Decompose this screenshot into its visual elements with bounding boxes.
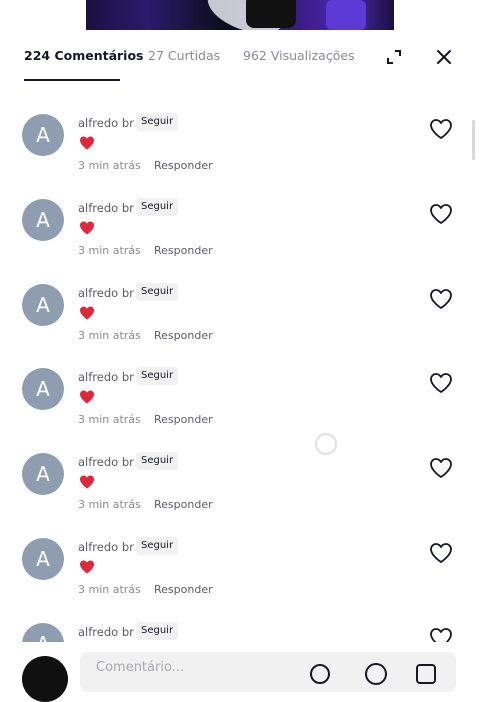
at-icon[interactable] — [308, 662, 332, 686]
heart-outline-icon[interactable] — [428, 456, 454, 480]
follow-button[interactable]: Seguir — [136, 537, 179, 555]
follow-button[interactable]: Seguir — [136, 282, 179, 301]
active-tab-indicator — [24, 79, 120, 81]
comment-timestamp: 3 min atrás — [78, 583, 141, 596]
comment-username[interactable]: alfredo br — [78, 201, 134, 215]
comment-username[interactable]: alfredo br — [78, 370, 134, 384]
comment-composer: Comentário... — [0, 642, 480, 702]
heart-outline-icon[interactable] — [428, 626, 454, 642]
avatar[interactable]: A — [22, 283, 64, 326]
heart-outline-icon[interactable] — [428, 541, 454, 565]
comment-item[interactable]: Aalfredo br Seguir 3 min atrás Responder — [0, 534, 480, 619]
reply-button[interactable]: Responder — [154, 244, 213, 257]
avatar[interactable]: A — [22, 538, 64, 580]
heart-outline-icon[interactable] — [428, 287, 454, 311]
red-heart-emoji — [79, 305, 95, 321]
comment-item[interactable]: Aalfredo br Seguir 3 min atrás Responder — [0, 364, 480, 449]
avatar[interactable]: A — [22, 198, 64, 241]
heart-outline-icon[interactable] — [428, 371, 454, 395]
tab-likes[interactable]: 27 Curtidas — [148, 48, 220, 63]
comment-username[interactable]: alfredo br — [78, 286, 134, 300]
comment-list: Aalfredo br Seguir 3 min atrás Responder Aal… — [0, 106, 480, 642]
comment-username[interactable]: alfredo br — [78, 540, 134, 554]
follow-button[interactable]: Seguir — [136, 452, 179, 471]
comment-timestamp: 3 min atrás — [78, 243, 141, 257]
reply-button[interactable]: Responder — [154, 159, 213, 172]
comment-input[interactable]: Comentário... — [80, 652, 456, 692]
video-frame-shape — [246, 0, 296, 28]
follow-button[interactable]: Seguir — [136, 197, 179, 216]
image-icon[interactable] — [414, 662, 438, 686]
reply-button[interactable]: Responder — [154, 583, 213, 596]
tab-bar: 224 Comentários 27 Curtidas 962 Visualiz… — [0, 30, 480, 86]
comment-timestamp: 3 min atrás — [78, 413, 141, 427]
comment-username[interactable]: alfredo br — [78, 625, 134, 639]
avatar[interactable]: A — [22, 453, 64, 496]
red-heart-emoji — [79, 135, 95, 151]
avatar[interactable]: A — [22, 368, 64, 411]
comment-item[interactable]: Aalfredo br Seguir 3 min atrás Responder — [0, 280, 480, 365]
follow-button[interactable]: Seguir — [136, 113, 179, 131]
comment-timestamp: 3 min atrás — [78, 498, 141, 512]
comment-input-placeholder: Comentário... — [96, 660, 185, 675]
heart-outline-icon[interactable] — [428, 202, 454, 226]
comment-item[interactable]: Aalfredo brSeguir — [0, 619, 480, 642]
gif-icon[interactable] — [364, 662, 388, 686]
video-frame-shape — [326, 0, 366, 30]
red-heart-emoji — [79, 220, 95, 236]
expand-icon[interactable] — [383, 46, 405, 68]
close-icon[interactable] — [433, 46, 455, 68]
comment-timestamp: 3 min atrás — [78, 328, 141, 342]
comment-username[interactable]: alfredo br — [78, 455, 134, 469]
reply-button[interactable]: Responder — [154, 498, 213, 511]
avatar[interactable]: A — [22, 622, 64, 642]
red-heart-emoji — [79, 389, 95, 405]
current-user-avatar — [22, 656, 68, 702]
loading-spinner — [315, 433, 337, 455]
reply-button[interactable]: Responder — [154, 413, 213, 426]
follow-button[interactable]: Seguir — [136, 367, 179, 386]
heart-outline-icon[interactable] — [428, 117, 454, 141]
comment-username[interactable]: alfredo br — [78, 116, 134, 130]
comments-sheet: 224 Comentários 27 Curtidas 962 Visualiz… — [0, 30, 480, 674]
red-heart-emoji — [79, 559, 95, 575]
tab-comments[interactable]: 224 Comentários — [24, 48, 144, 63]
red-heart-emoji — [79, 474, 95, 490]
comment-item[interactable]: Aalfredo br Seguir 3 min atrás Responder — [0, 195, 480, 280]
tab-views[interactable]: 962 Visualizações — [243, 48, 355, 63]
comment-item[interactable]: Aalfredo br Seguir 3 min atrás Responder — [0, 449, 480, 534]
comment-item[interactable]: Aalfredo br Seguir 3 min atrás Responder — [0, 110, 480, 195]
comment-timestamp: 3 min atrás — [78, 159, 141, 172]
avatar[interactable]: A — [22, 114, 64, 156]
reply-button[interactable]: Responder — [154, 329, 213, 342]
follow-button[interactable]: Seguir — [136, 621, 179, 640]
